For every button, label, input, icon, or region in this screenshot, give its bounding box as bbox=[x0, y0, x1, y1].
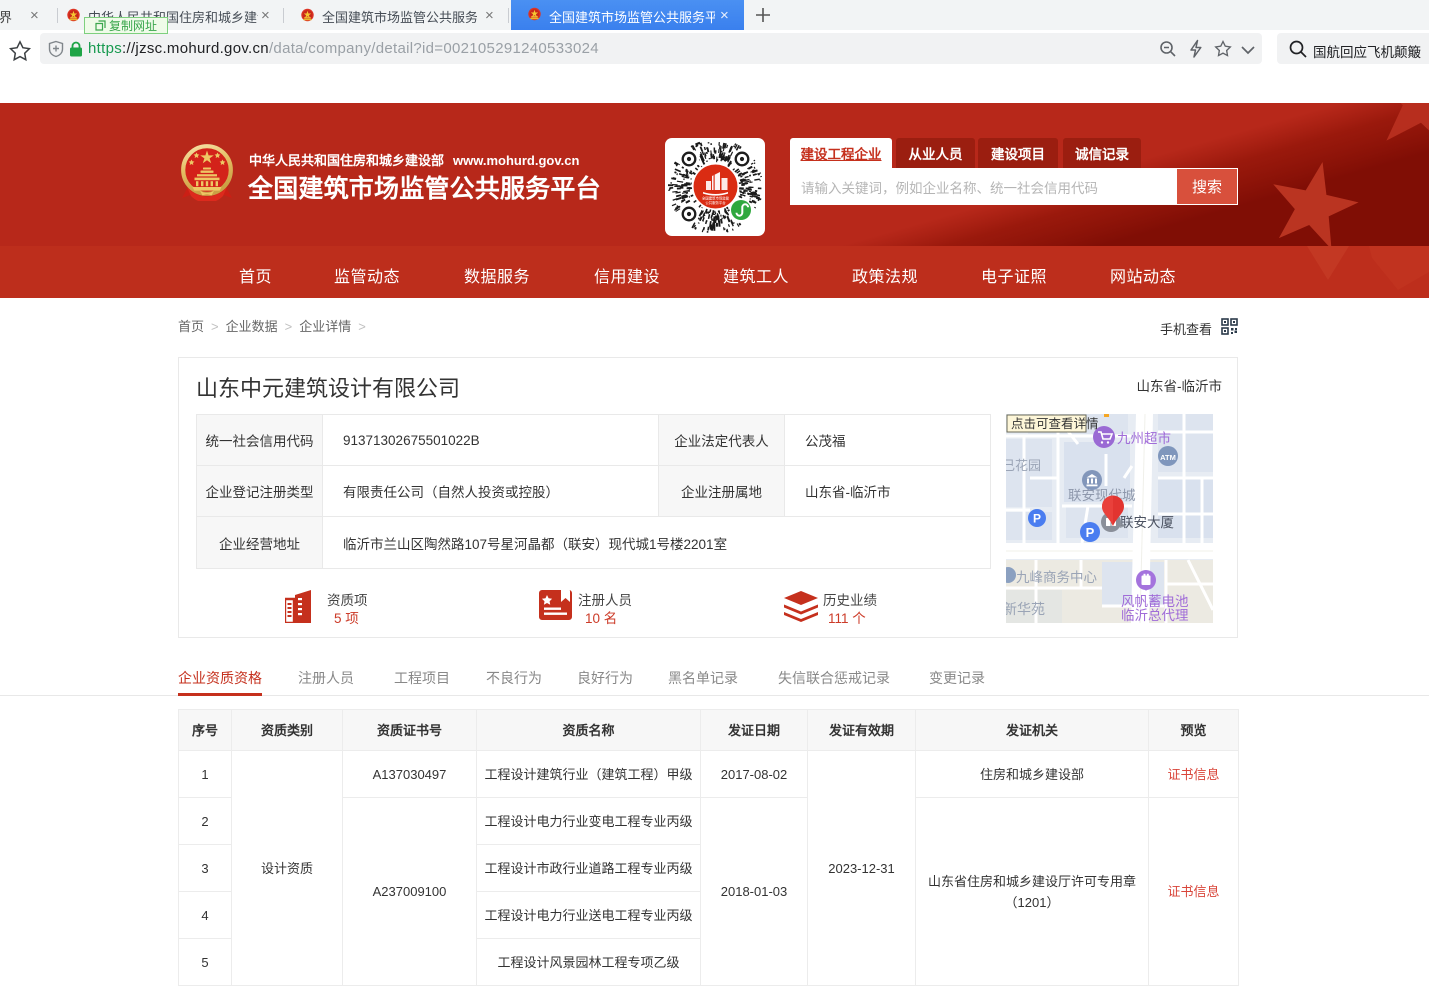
svg-text:临沂总代理: 临沂总代理 bbox=[1121, 608, 1189, 623]
svg-text:P: P bbox=[1033, 512, 1041, 526]
svg-text:风帆蓄电池: 风帆蓄电池 bbox=[1121, 594, 1189, 609]
svg-text:联安大厦: 联安大厦 bbox=[1120, 515, 1174, 530]
svg-text:联安现代城: 联安现代城 bbox=[1068, 488, 1136, 503]
svg-text:全国建筑市场监管: 全国建筑市场监管 bbox=[702, 196, 730, 201]
svg-text:九州超市: 九州超市 bbox=[1117, 430, 1171, 446]
svg-text:P: P bbox=[1086, 525, 1095, 540]
svg-text:己花园: 己花园 bbox=[1006, 458, 1041, 473]
svg-text:公共服务平台: 公共服务平台 bbox=[705, 200, 726, 205]
svg-text:新华苑: 新华苑 bbox=[1006, 601, 1045, 617]
svg-text:ATM: ATM bbox=[1160, 453, 1176, 462]
svg-text:九峰商务中心: 九峰商务中心 bbox=[1016, 570, 1097, 585]
svg-text:点击可查看详情: 点击可查看详情 bbox=[1011, 416, 1099, 431]
